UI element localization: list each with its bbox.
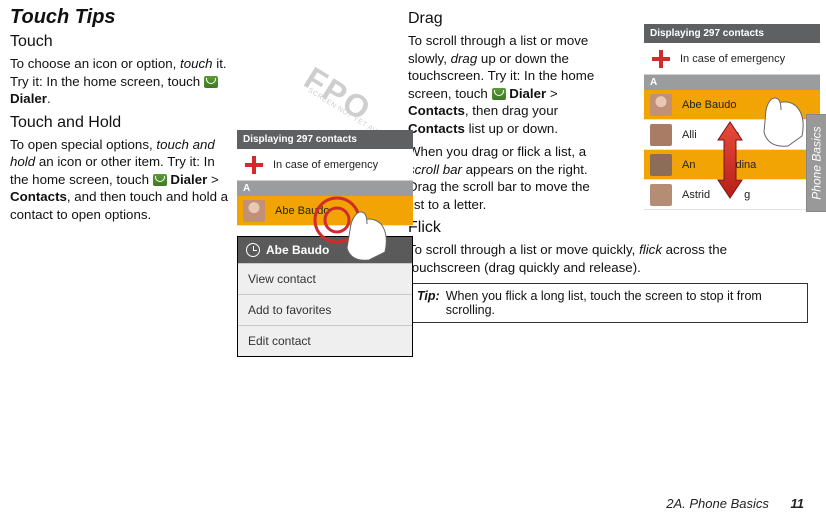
menu-item-edit[interactable]: Edit contact [238,325,412,356]
tip-text: When you flick a long list, touch the sc… [446,289,799,317]
text-em: drag [451,51,478,66]
text: . [47,91,51,106]
text: When you drag or flick a list, a [408,144,586,159]
dialer-label: Dialer [509,86,546,101]
contact-name: An [682,159,695,171]
clock-icon [246,243,260,257]
avatar [650,124,672,146]
footer-page-number: 11 [791,496,805,511]
text-em: scroll bar [408,162,462,177]
section-heading: Touch Tips [10,6,396,29]
hold-body: To open special options, touch and hold … [10,136,233,224]
text: To open special options, [10,137,156,152]
tip-box: Tip: When you flick a long list, touch t… [408,283,808,323]
card-header: Displaying 297 contacts [644,24,820,43]
side-tab-label: Phone Basics [810,126,824,199]
text-em: touch [180,56,213,71]
dialer-label: Dialer [10,91,47,106]
phone-icon [204,76,218,88]
side-tab: Phone Basics [806,114,826,212]
contacts-screenshot-2: Displaying 297 contacts In case of emerg… [644,24,820,210]
contact-name: Astrid [682,189,710,201]
text: To choose an icon or option, [10,56,180,71]
plus-icon [650,48,672,70]
tip-label: Tip: [417,289,440,317]
page-footer: 2A. Phone Basics 11 [666,496,804,511]
footer-section: 2A. Phone Basics [666,496,769,511]
avatar [650,184,672,206]
letter-divider: A [644,75,820,90]
emergency-label: In case of emergency [680,53,785,65]
text: > [207,172,218,187]
menu-item-favorite[interactable]: Add to favorites [238,294,412,325]
phone-icon [153,174,167,186]
text: list up or down. [465,121,558,136]
text-em: flick [639,242,662,257]
contact-name: Abe Baudo [682,99,736,111]
avatar [650,94,672,116]
scrollbar-body: When you drag or flick a list, a scroll … [408,143,608,213]
avatar [243,200,265,222]
text: > [546,86,557,101]
card-header: Displaying 297 contacts [237,130,413,149]
subhead-flick: Flick [408,219,808,237]
contact-name: Alli [682,129,697,141]
touch-hold-gesture-icon [311,194,401,264]
text: , then drag your [465,103,558,118]
subhead-touch-hold: Touch and Hold [10,114,396,132]
emergency-label: In case of emergency [273,159,378,171]
emergency-row[interactable]: In case of emergency [644,43,820,75]
drag-arrow-icon [710,116,750,209]
avatar [650,154,672,176]
subhead-touch: Touch [10,33,396,51]
dialer-label: Dialer [170,172,207,187]
contacts-screenshot-1: Displaying 297 contacts In case of emerg… [237,130,413,226]
flick-body: To scroll through a list or move quickly… [408,241,796,276]
plus-icon [243,154,265,176]
emergency-row[interactable]: In case of emergency [237,149,413,181]
contacts-label: Contacts [10,189,67,204]
phone-icon [492,88,506,100]
touch-body: To choose an icon or option, touch it. T… [10,55,233,108]
text: To scroll through a list or move quickly… [408,242,639,257]
contacts-label: Contacts [408,103,465,118]
drag-body: To scroll through a list or move slowly,… [408,32,608,137]
menu-item-view[interactable]: View contact [238,263,412,294]
contacts-label: Contacts [408,121,465,136]
